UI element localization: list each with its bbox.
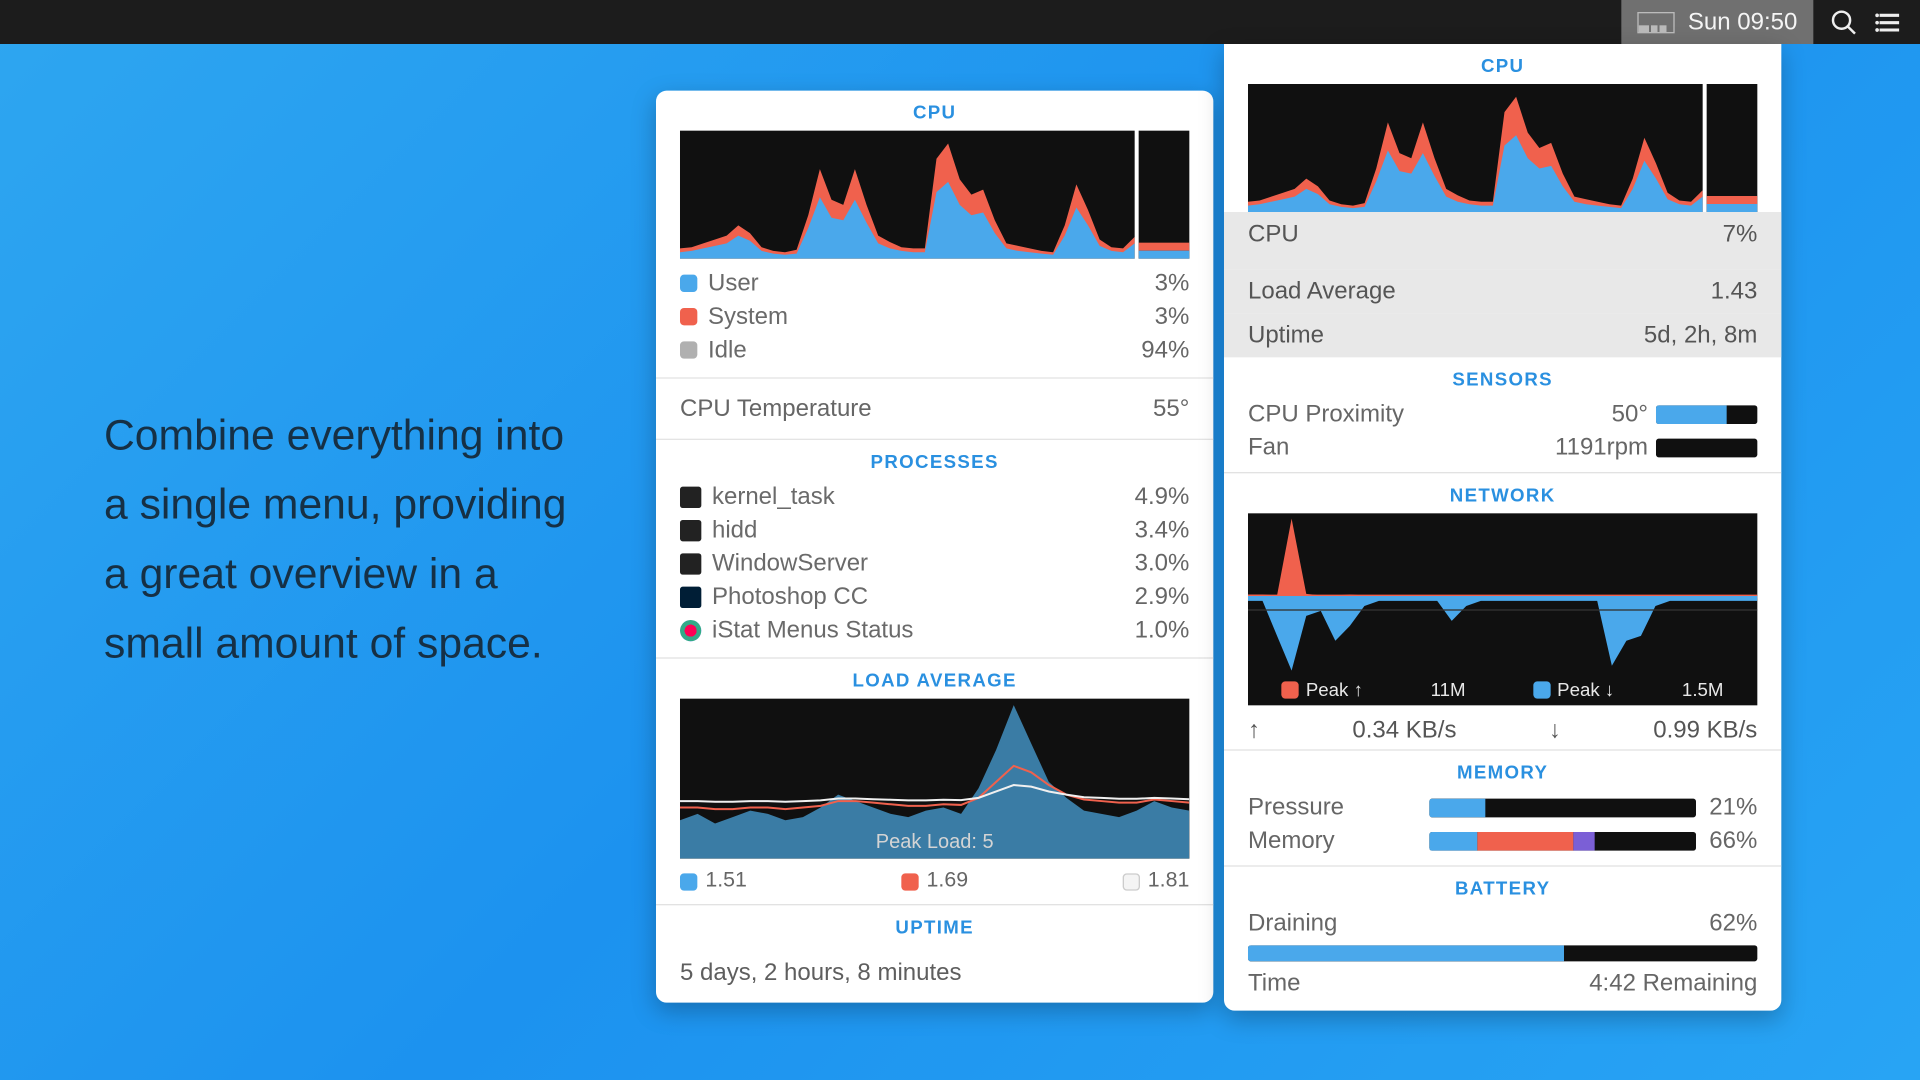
section-title-network: NETWORK	[1224, 473, 1781, 513]
process-row[interactable]: kernel_task4.9%	[656, 480, 1213, 513]
cpu-chart	[656, 131, 1213, 259]
section-title-cpu-r: CPU	[1224, 44, 1781, 84]
battery-state-row[interactable]: Draining62%	[1224, 907, 1781, 940]
istat-menubar-item[interactable]: Sun 09:50	[1621, 0, 1813, 44]
cpu-chart-r	[1224, 84, 1781, 212]
sensor-cpu-proximity[interactable]: CPU Proximity 50°	[1224, 397, 1781, 430]
load-average-row[interactable]: Load Average1.43	[1224, 269, 1781, 313]
cpu-user-row: User3%	[656, 267, 1213, 300]
load-values-row: 1.51 1.69 1.81	[656, 859, 1213, 904]
macos-menu-bar: Sun 09:50	[0, 0, 1920, 44]
peak-load-label: Peak Load: 5	[680, 831, 1189, 854]
notification-center-icon[interactable]	[1875, 7, 1904, 36]
sensor-bar-icon	[1656, 439, 1757, 458]
memory-pressure-row[interactable]: Pressure 21%	[1224, 791, 1781, 824]
spotlight-search-icon[interactable]	[1829, 7, 1858, 36]
memory-usage-row[interactable]: Memory 66%	[1224, 824, 1781, 857]
load-average-chart: Peak Load: 5	[680, 699, 1189, 859]
dropdown-panel-secondary: CPU CPU7% Load Average1.43 Uptime5d, 2h,…	[1224, 44, 1781, 1011]
swatch-blue-icon	[680, 873, 697, 890]
process-row[interactable]: hidd3.4%	[656, 513, 1213, 546]
section-title-memory: MEMORY	[1224, 751, 1781, 791]
cpu-chart-current-bar-r	[1707, 84, 1758, 212]
swatch-blue-icon	[680, 275, 697, 292]
app-icon	[680, 619, 701, 640]
app-icon	[680, 519, 701, 540]
swatch-grey-icon	[680, 341, 697, 358]
section-title-uptime: UPTIME	[656, 905, 1213, 945]
process-row[interactable]: WindowServer3.0%	[656, 547, 1213, 580]
swatch-red-icon	[1282, 681, 1299, 698]
uptime-value: 5 days, 2 hours, 8 minutes	[656, 945, 1213, 1002]
process-list: kernel_task4.9%hidd3.4%WindowServer3.0%P…	[656, 480, 1213, 647]
sensor-fan[interactable]: Fan 1191rpm	[1224, 431, 1781, 464]
section-title-processes: PROCESSES	[656, 440, 1213, 480]
cpu-system-row: System3%	[656, 300, 1213, 333]
battery-bar-icon	[1248, 945, 1757, 961]
cpu-percent-row[interactable]: CPU7%	[1224, 212, 1781, 256]
swatch-red-icon	[901, 873, 918, 890]
process-row[interactable]: Photoshop CC2.9%	[656, 580, 1213, 613]
network-chart: Peak ↑ 11M Peak ↓ 1.5M	[1248, 513, 1757, 705]
dropdown-panel-primary: CPU User3% System3% Idle94% CPU Temperat…	[656, 91, 1213, 1003]
process-row[interactable]: iStat Menus Status1.0%	[656, 613, 1213, 646]
uptime-row[interactable]: Uptime5d, 2h, 8m	[1224, 313, 1781, 357]
pressure-bar-icon	[1429, 798, 1696, 817]
cpu-chart-current-bar	[1139, 131, 1190, 259]
app-icon	[680, 586, 701, 607]
cpu-mini-graph-icon	[1637, 11, 1674, 32]
cpu-temperature-row[interactable]: CPU Temperature55°	[656, 377, 1213, 440]
swatch-blue-icon	[1533, 681, 1550, 698]
network-peak-labels: Peak ↑ 11M Peak ↓ 1.5M	[1248, 679, 1757, 700]
sensor-bar-icon	[1656, 406, 1757, 425]
section-title-sensors: SENSORS	[1224, 357, 1781, 397]
cpu-chart-graph	[680, 131, 1135, 259]
app-icon	[680, 553, 701, 574]
swatch-red-icon	[680, 308, 697, 325]
section-title-battery: BATTERY	[1224, 867, 1781, 907]
battery-time-row[interactable]: Time4:42 Remaining	[1224, 967, 1781, 1011]
cpu-chart-graph-r	[1248, 84, 1703, 212]
app-icon	[680, 486, 701, 507]
section-title-cpu: CPU	[656, 91, 1213, 131]
section-title-load: LOAD AVERAGE	[656, 659, 1213, 699]
marketing-copy: Combine everything into a single menu, p…	[104, 400, 597, 677]
cpu-idle-row: Idle94%	[656, 333, 1213, 366]
network-rate-row: ↑ 0.34 KB/s ↓ 0.99 KB/s	[1224, 705, 1781, 749]
swatch-white-icon	[1122, 873, 1139, 890]
menubar-clock: Sun 09:50	[1688, 8, 1797, 36]
memory-bar-icon	[1429, 831, 1696, 850]
